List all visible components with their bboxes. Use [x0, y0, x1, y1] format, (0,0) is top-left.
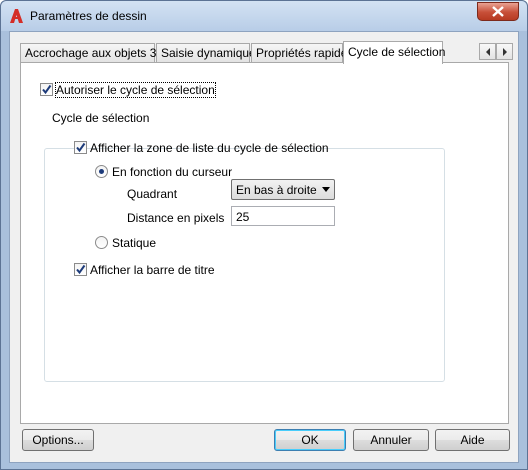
dialog-client-area: Accrochage aux objets 3D Saisie dynamiqu… [9, 31, 519, 463]
groupbox-title: Cycle de sélection [49, 111, 153, 125]
tab-label: Cycle de sélection [348, 45, 446, 59]
show-list-label[interactable]: Afficher la zone de liste du cycle de sé… [90, 141, 329, 155]
allow-cycling-label[interactable]: Autoriser le cycle de sélection [55, 82, 216, 98]
quadrant-value: En bas à droite [236, 183, 317, 197]
tab-scroll-left-icon [485, 47, 490, 56]
tab-label: Propriétés rapides [256, 46, 354, 60]
checkmark-icon [42, 84, 52, 95]
quadrant-select[interactable]: En bas à droite [231, 179, 335, 200]
cancel-button[interactable]: Annuler [353, 429, 429, 451]
tab-label: Saisie dynamique [161, 46, 256, 60]
static-label[interactable]: Statique [112, 236, 156, 250]
allow-cycling-checkbox[interactable] [40, 83, 53, 96]
cursor-dependent-radio[interactable] [95, 165, 108, 178]
quadrant-label: Quadrant [127, 187, 178, 201]
show-title-bar-label[interactable]: Afficher la barre de titre [90, 263, 215, 277]
close-button[interactable] [477, 2, 519, 21]
close-icon [492, 6, 504, 17]
dialog-window: Paramètres de dessin Accrochage aux obje… [0, 0, 528, 470]
tab-scroll-left-button[interactable] [479, 43, 496, 60]
tab-dynamic-input[interactable]: Saisie dynamique [156, 43, 256, 63]
options-button[interactable]: Options... [22, 429, 94, 451]
tab-3d-osnap[interactable]: Accrochage aux objets 3D [20, 43, 165, 63]
chevron-down-icon [322, 187, 330, 192]
cursor-dependent-label[interactable]: En fonction du curseur [112, 165, 232, 179]
show-title-bar-checkbox[interactable] [74, 263, 87, 276]
autocad-a-icon [10, 9, 23, 23]
show-list-checkbox[interactable] [74, 141, 87, 154]
tab-scroll-right-icon [502, 47, 507, 56]
distance-input[interactable]: 25 [231, 206, 335, 226]
distance-value: 25 [236, 210, 250, 224]
checkmark-icon [76, 142, 86, 153]
radio-dot [99, 169, 104, 174]
checkmark-icon [76, 264, 86, 275]
tab-selection-cycling[interactable]: Cycle de sélection [343, 41, 446, 64]
title-bar[interactable]: Paramètres de dessin [1, 1, 527, 31]
static-radio[interactable] [95, 236, 108, 249]
help-button[interactable]: Aide [435, 429, 510, 451]
window-title: Paramètres de dessin [30, 9, 147, 23]
tab-label: Accrochage aux objets 3D [25, 46, 166, 60]
ok-button[interactable]: OK [274, 429, 346, 451]
distance-label: Distance en pixels [127, 211, 225, 225]
tab-quick-properties[interactable]: Propriétés rapides [251, 43, 353, 63]
selection-cycling-panel: Autoriser le cycle de sélection Cycle de… [20, 62, 509, 424]
tab-scroll-right-button[interactable] [496, 43, 513, 60]
